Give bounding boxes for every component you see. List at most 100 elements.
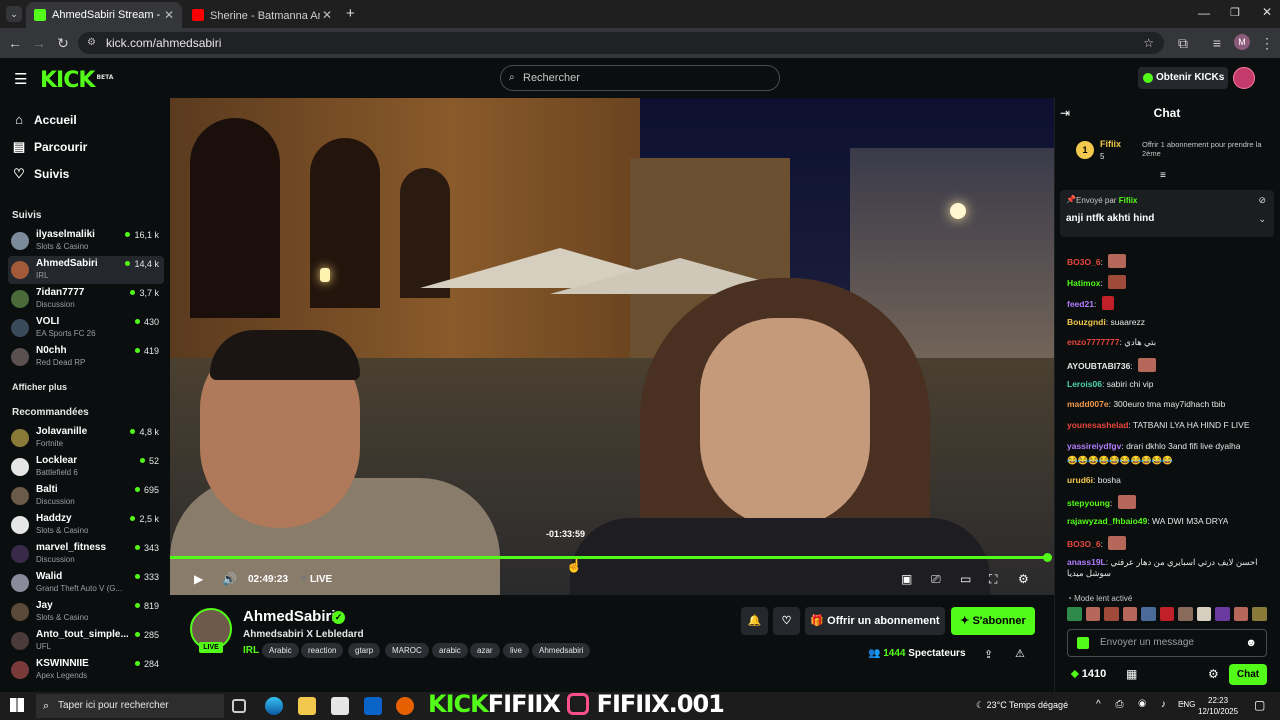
chat-message-input[interactable]: Envoyer un message ☻	[1067, 629, 1267, 657]
followed-channel[interactable]: AhmedSabiri IRL 14,4 k	[8, 256, 164, 284]
close-icon[interactable]: ✕	[322, 8, 332, 22]
live-indicator[interactable]: LIVE	[302, 574, 332, 585]
task-view-icon[interactable]	[232, 699, 246, 713]
top-gifter-card[interactable]: 1 Fifiix 5 Offrir 1 abonnement pour pren…	[1076, 139, 1266, 165]
report-icon[interactable]: ⚠	[1015, 647, 1025, 660]
tray-icons[interactable]: ^ ⎙ ◉ ♪ ⌁	[1096, 699, 1191, 710]
profile-avatar[interactable]: M	[1234, 34, 1250, 50]
firefox-icon[interactable]	[396, 697, 414, 715]
language-indicator[interactable]: ENG	[1178, 700, 1195, 709]
chat-message: Hatimox:	[1067, 275, 1127, 289]
recommended-channel[interactable]: Haddzy Slots & Casino 2,5 k	[8, 511, 164, 539]
sidebar-item-home[interactable]: ⌂ Accueil	[12, 112, 77, 127]
recommended-channel[interactable]: marvel_fitness Discussion 343	[8, 540, 164, 568]
play-icon[interactable]: ▶	[194, 572, 203, 586]
stream-tag[interactable]: MAROC	[385, 643, 429, 658]
sidebar-item-browse[interactable]: ▤ Parcourir	[12, 139, 88, 155]
pip-icon[interactable]: ▣	[901, 572, 912, 586]
verified-badge-icon: ✓	[332, 611, 345, 624]
stream-tag[interactable]: arabic	[432, 643, 468, 658]
file-explorer-icon[interactable]	[298, 697, 316, 715]
menu-dots-icon[interactable]: ⋮	[1258, 34, 1276, 52]
media-icon[interactable]: ≡	[1208, 34, 1226, 52]
share-icon[interactable]: ⇪	[984, 648, 993, 661]
fullscreen-icon[interactable]: ⛶	[989, 572, 997, 587]
video-player[interactable]	[170, 98, 1054, 595]
recommended-channel[interactable]: Walid Grand Theft Auto V (G... 333	[8, 569, 164, 597]
emote-icon	[1215, 607, 1230, 621]
followed-channel[interactable]: 7idan7777 Discussion 3,7 k	[8, 285, 164, 313]
chevron-down-icon[interactable]: ⌄	[1258, 214, 1266, 225]
show-more-link[interactable]: Afficher plus	[12, 382, 67, 392]
new-tab-button[interactable]: +	[346, 5, 355, 22]
chat-filter-icon[interactable]: ≡	[1160, 170, 1166, 181]
tab-search-icon[interactable]: ⌄	[6, 6, 22, 22]
send-chat-button[interactable]: Chat	[1229, 664, 1267, 685]
gift-offer-text[interactable]: Offrir 1 abonnement pour prendre la 2ème	[1142, 140, 1266, 158]
edge-icon[interactable]	[265, 697, 283, 715]
settings-gear-icon[interactable]: ⚙	[1018, 572, 1029, 586]
gift-subscription-button[interactable]: 🎁 Offrir un abonnement	[805, 607, 945, 635]
address-bar[interactable]: ⚙ kick.com/ahmedsabiri ☆	[78, 32, 1164, 54]
reload-icon[interactable]: ↻	[54, 34, 72, 52]
stream-tag[interactable]: Arabic	[262, 643, 299, 658]
kick-logo[interactable]: KICK BETA	[40, 68, 113, 93]
sidebar-item-following[interactable]: ♡ Suivis	[12, 166, 69, 182]
hide-pin-icon[interactable]: ⊘	[1258, 195, 1266, 206]
followed-channel[interactable]: ilyaselmaliki Slots & Casino 16,1 k	[8, 227, 164, 255]
streamer-name[interactable]: AhmedSabiri	[243, 608, 336, 625]
extensions-icon[interactable]: ⧉	[1174, 34, 1192, 52]
taskbar-search[interactable]: ⌕ Taper ici pour rechercher	[36, 694, 224, 718]
weather-widget[interactable]: ☾ 23°C Temps dégagé	[976, 700, 1068, 711]
progress-handle[interactable]	[1043, 553, 1052, 562]
site-info-icon[interactable]: ⚙	[87, 32, 96, 54]
chat-message: BO3O_6:	[1067, 536, 1127, 550]
notification-bell-button[interactable]: 🔔	[741, 607, 768, 635]
followed-channel[interactable]: VOLI EA Sports FC 26 430	[8, 314, 164, 342]
chat-settings-gear-icon[interactable]: ⚙	[1208, 667, 1219, 681]
close-icon[interactable]: ✕	[164, 8, 174, 22]
stream-tag[interactable]: gtarp	[348, 643, 381, 658]
emoji-picker-icon[interactable]: ☻	[1245, 630, 1257, 656]
windows-start-icon[interactable]	[10, 698, 24, 712]
recommended-channel[interactable]: KSWINNIIE Apex Legends 284	[8, 656, 164, 684]
recommended-channel[interactable]: Balti Discussion 695	[8, 482, 164, 510]
followed-channel[interactable]: N0chh Red Dead RP 419	[8, 343, 164, 371]
theater-mode-icon[interactable]: ▭	[960, 572, 971, 586]
recommended-channel[interactable]: Jay Slots & Casino 819	[8, 598, 164, 626]
follow-button[interactable]: ♡	[773, 607, 800, 635]
notification-icon[interactable]: ▢	[1254, 698, 1265, 712]
get-kicks-button[interactable]: Obtenir KICKs	[1138, 67, 1228, 89]
emote-bar[interactable]	[1067, 607, 1268, 623]
recommended-channel[interactable]: Anto_tout_simple... UFL 285	[8, 627, 164, 655]
recommended-channel[interactable]: Locklear Battlefield 6 52	[8, 453, 164, 481]
kicks-balance[interactable]: ⬥ 1410	[1071, 668, 1106, 681]
clip-icon[interactable]: ⎚	[931, 572, 941, 587]
search-icon: ⌕	[43, 700, 50, 712]
progress-bar[interactable]	[170, 556, 1048, 559]
back-icon[interactable]: ←	[6, 34, 24, 52]
restore-icon[interactable]: ❐	[1230, 6, 1240, 19]
minimize-icon[interactable]: —	[1198, 6, 1210, 20]
search-input[interactable]: ⌕ Rechercher	[500, 65, 780, 91]
gift-box-icon[interactable]: ▦	[1126, 667, 1137, 681]
stream-tag[interactable]: azar	[470, 643, 500, 658]
recommended-channel[interactable]: Jolavanille Fortnite 4,8 k	[8, 424, 164, 452]
browser-tab-kick[interactable]: AhmedSabiri Stream - Watch Live ✕	[26, 2, 182, 28]
bookmark-star-icon[interactable]: ☆	[1143, 32, 1154, 54]
taskbar-clock[interactable]: 22:23 12/10/2025	[1198, 695, 1238, 717]
stream-tag[interactable]: live	[503, 643, 530, 658]
store-icon[interactable]	[331, 697, 349, 715]
user-avatar[interactable]	[1233, 67, 1255, 89]
stream-category[interactable]: IRL	[243, 645, 259, 656]
outlook-icon[interactable]	[364, 697, 382, 715]
forward-icon[interactable]: →	[30, 34, 48, 52]
stream-tag[interactable]: reaction	[301, 643, 344, 658]
browser-tab-youtube[interactable]: Sherine - Batmanna Ansak | لان ✕	[184, 2, 340, 28]
stream-tag[interactable]: Ahmedsabiri	[532, 643, 591, 658]
subscribe-button[interactable]: ✦ S'abonner	[951, 607, 1035, 635]
hamburger-menu-icon[interactable]: ☰	[14, 70, 27, 88]
close-window-icon[interactable]: ✕	[1262, 5, 1272, 19]
volume-icon[interactable]: 🔊	[222, 572, 237, 586]
pinned-message[interactable]: 📌 Envoyé par Fifiix anji ntfk akhti hind…	[1060, 190, 1274, 237]
